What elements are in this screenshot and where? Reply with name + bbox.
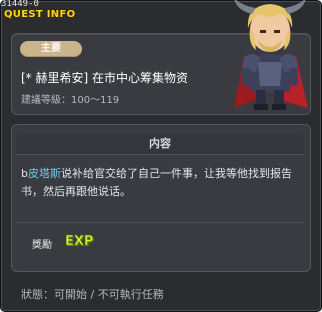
npc-name: 皮塔斯	[27, 167, 61, 180]
reward-label: 獎勵	[32, 240, 52, 251]
content-prefix: b	[21, 167, 28, 180]
required-level: 建議等級：100～119	[21, 95, 120, 106]
warrior-portrait-icon	[234, 0, 308, 110]
content-divider	[16, 222, 304, 223]
exp-icon-text: EXP	[65, 234, 93, 249]
quest-type-badge: 主要	[20, 41, 82, 57]
content-header: 内容	[16, 134, 304, 155]
quest-status: 狀態：可開始 / 不可執行任務	[21, 288, 164, 301]
quest-name: [* 赫里希安] 在市中心筹集物资	[21, 71, 188, 85]
content-body: 说补给官交给了自己一件事，让我等他找到报告书，然后再跟他说话。	[21, 167, 292, 198]
exp-icon: EXP EXP	[65, 234, 94, 249]
window-title: QUEST INFO	[4, 9, 76, 20]
content-text: b皮塔斯说补给官交给了自己一件事，让我等他找到报告书，然后再跟他说话。	[21, 165, 307, 201]
quest-id: 31449-0	[1, 0, 39, 9]
